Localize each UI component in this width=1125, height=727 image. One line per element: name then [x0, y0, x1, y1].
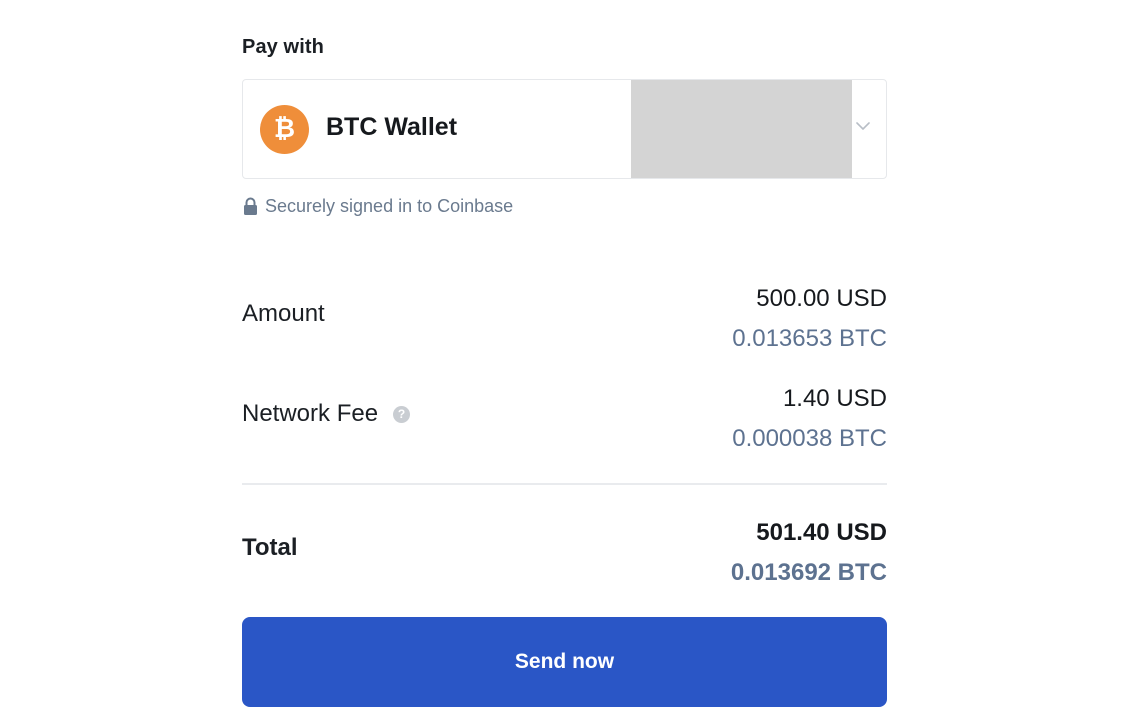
secure-note-text: Securely signed in to Coinbase — [265, 196, 514, 216]
amount-btc: 0.013653 BTC — [732, 325, 887, 352]
divider — [242, 483, 887, 485]
chevron-down-icon[interactable] — [854, 117, 872, 135]
wallet-name: BTC Wallet — [326, 113, 458, 141]
help-icon[interactable]: ? — [393, 405, 411, 423]
network-fee-usd: 1.40 USD — [782, 385, 887, 412]
secure-sign-in-note: Securely signed in to Coinbase — [242, 196, 513, 217]
network-fee-label-wrap: Network Fee ? — [242, 400, 411, 428]
lock-icon — [244, 197, 257, 215]
total-row: Total 501.40 USD 0.013692 BTC — [242, 516, 887, 596]
send-now-button[interactable]: Send now — [242, 617, 887, 707]
total-btc: 0.013692 BTC — [730, 559, 887, 586]
amount-label: Amount — [242, 300, 325, 327]
payment-page: Pay with ₿ BTC Wallet Securely signed in… — [0, 0, 1125, 727]
total-label: Total — [242, 534, 298, 561]
total-usd: 501.40 USD — [756, 519, 887, 546]
bitcoin-coin-icon: ₿ — [260, 105, 309, 154]
network-fee-btc: 0.000038 BTC — [732, 425, 887, 452]
amount-row: Amount 500.00 USD 0.013653 BTC — [242, 282, 887, 362]
network-fee-label: Network Fee — [242, 400, 379, 427]
pay-with-label: Pay with — [242, 36, 324, 58]
redacted-balance-area — [631, 80, 852, 178]
wallet-select-dropdown[interactable]: ₿ BTC Wallet — [242, 79, 887, 179]
amount-usd: 500.00 USD — [756, 285, 887, 312]
network-fee-row: Network Fee ? 1.40 USD 0.000038 BTC — [242, 382, 887, 462]
